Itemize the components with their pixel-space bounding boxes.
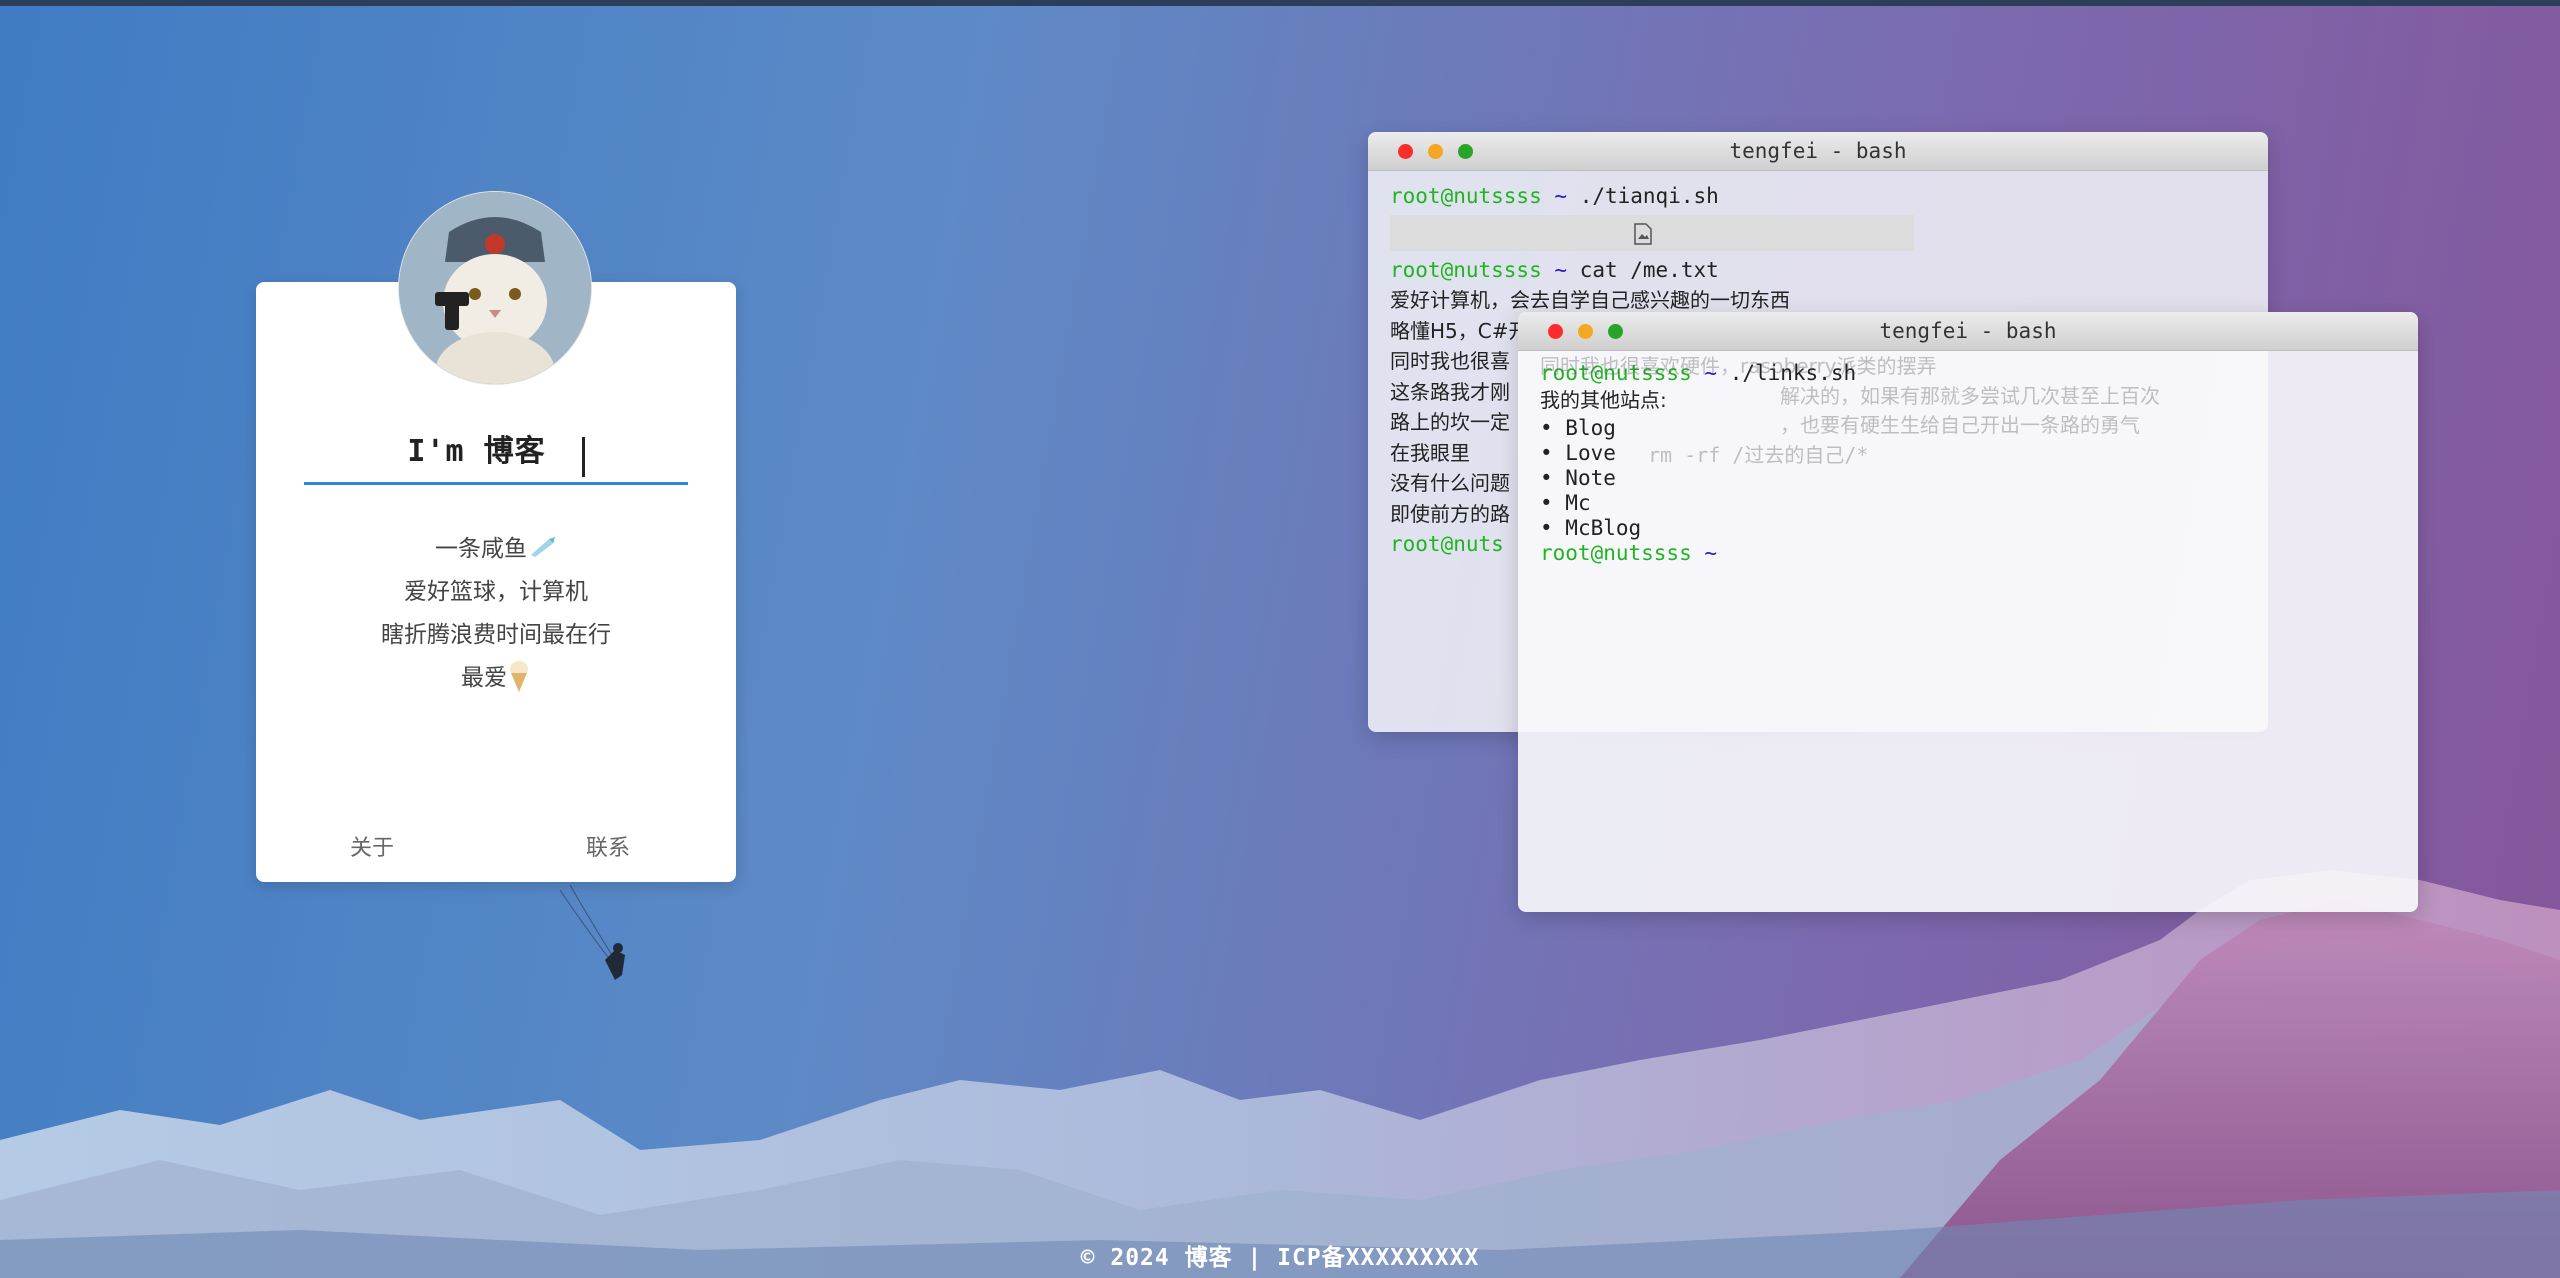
footer-text: © 2024 博客 | ICP备XXXXXXXXX xyxy=(1080,1245,1480,1271)
command-text: ./tianqi.sh xyxy=(1579,184,1719,208)
minimize-dot-icon[interactable] xyxy=(1578,324,1593,339)
terminal-window-links[interactable]: tengfei - bash root@nutssss ~ ./links.sh… xyxy=(1518,312,2418,912)
page-title: I'm 博客 xyxy=(407,434,546,469)
me-line: 在我眼里 xyxy=(1390,440,1470,465)
maximize-dot-icon[interactable] xyxy=(1458,144,1473,159)
card-links: 关于 联系 xyxy=(256,830,736,866)
prompt-tilde: ~ xyxy=(1704,540,1718,565)
bio-text: 一条咸鱼 xyxy=(435,536,527,562)
cat-avatar-image xyxy=(399,192,591,384)
ghost-line: 同时我也很喜欢硬件，raspberry派类的摆弄 xyxy=(1540,354,1937,378)
weather-image-placeholder xyxy=(1390,215,1914,251)
me-line: 即使前方的路 xyxy=(1390,501,1510,526)
ghost-line: 解决的，如果有那就多尝试几次甚至上百次 xyxy=(1780,383,2160,408)
contact-link[interactable]: 联系 xyxy=(586,830,630,862)
about-link[interactable]: 关于 xyxy=(350,830,394,862)
prompt-user: root@nutssss xyxy=(1390,258,1542,282)
close-dot-icon[interactable] xyxy=(1548,324,1563,339)
prompt-user: root@nutssss xyxy=(1540,540,1692,565)
me-line: 爱好计算机，会去自学自己感兴趣的一切东西 xyxy=(1390,288,1790,312)
maximize-dot-icon[interactable] xyxy=(1608,324,1623,339)
footer: © 2024 博客 | ICP备XXXXXXXXX xyxy=(0,1238,2560,1272)
ghost-line: ，也要有硬生生给自己开出一条路的勇气 xyxy=(1780,413,2140,437)
close-dot-icon[interactable] xyxy=(1398,144,1413,159)
paraglider-silhouette xyxy=(560,884,625,980)
terminal-title: tengfei - bash xyxy=(1729,139,1907,163)
fish-icon xyxy=(531,537,555,557)
bio-line: 最爱 xyxy=(256,657,736,700)
terminal-title: tengfei - bash xyxy=(1879,319,2057,343)
me-line: 这条路我才刚 xyxy=(1390,379,1510,404)
bio-text: 最爱 xyxy=(461,665,507,691)
link-mc[interactable]: Mc xyxy=(1565,491,1590,515)
ice-cream-icon xyxy=(510,661,528,692)
me-line: 同时我也很喜 xyxy=(1390,349,1510,373)
command-text: cat /me.txt xyxy=(1579,258,1719,282)
prompt-user: root@nuts xyxy=(1390,532,1504,556)
me-line: 路上的坎一定 xyxy=(1390,410,1510,434)
ghost-command: rm -rf /过去的自己/* xyxy=(1648,442,1869,467)
me-line: 没有什么问题 xyxy=(1390,471,1510,495)
me-line: 略懂H5，C#开 xyxy=(1390,318,1529,343)
ghost-text-overlay: 同时我也很喜欢硬件，raspberry派类的摆弄 解决的，如果有那就多尝试几次甚… xyxy=(1540,352,2160,470)
profile-card: I'm 博客 一条咸鱼 爱好篮球，计算机 瞎折腾浪费时间最在行 最爱 关于 联系 xyxy=(256,192,736,882)
bio-line: 瞎折腾浪费时间最在行 xyxy=(381,622,611,648)
broken-image-icon xyxy=(1634,223,1652,245)
terminal-titlebar[interactable]: tengfei - bash xyxy=(1518,312,2418,351)
typing-caret xyxy=(581,436,585,477)
bio-line: 爱好篮球，计算机 xyxy=(404,579,588,605)
prompt-user: root@nutssss xyxy=(1390,184,1542,208)
bio-line: 一条咸鱼 xyxy=(256,528,736,571)
prompt-tilde: ~ xyxy=(1554,184,1568,208)
avatar xyxy=(399,192,591,384)
title-underline-box: I'm 博客 xyxy=(304,422,688,485)
prompt-tilde: ~ xyxy=(1554,258,1568,282)
bio: 一条咸鱼 爱好篮球，计算机 瞎折腾浪费时间最在行 最爱 xyxy=(256,528,736,700)
terminal-titlebar[interactable]: tengfei - bash xyxy=(1368,132,2268,171)
minimize-dot-icon[interactable] xyxy=(1428,144,1443,159)
link-mcblog[interactable]: McBlog xyxy=(1565,516,1641,540)
